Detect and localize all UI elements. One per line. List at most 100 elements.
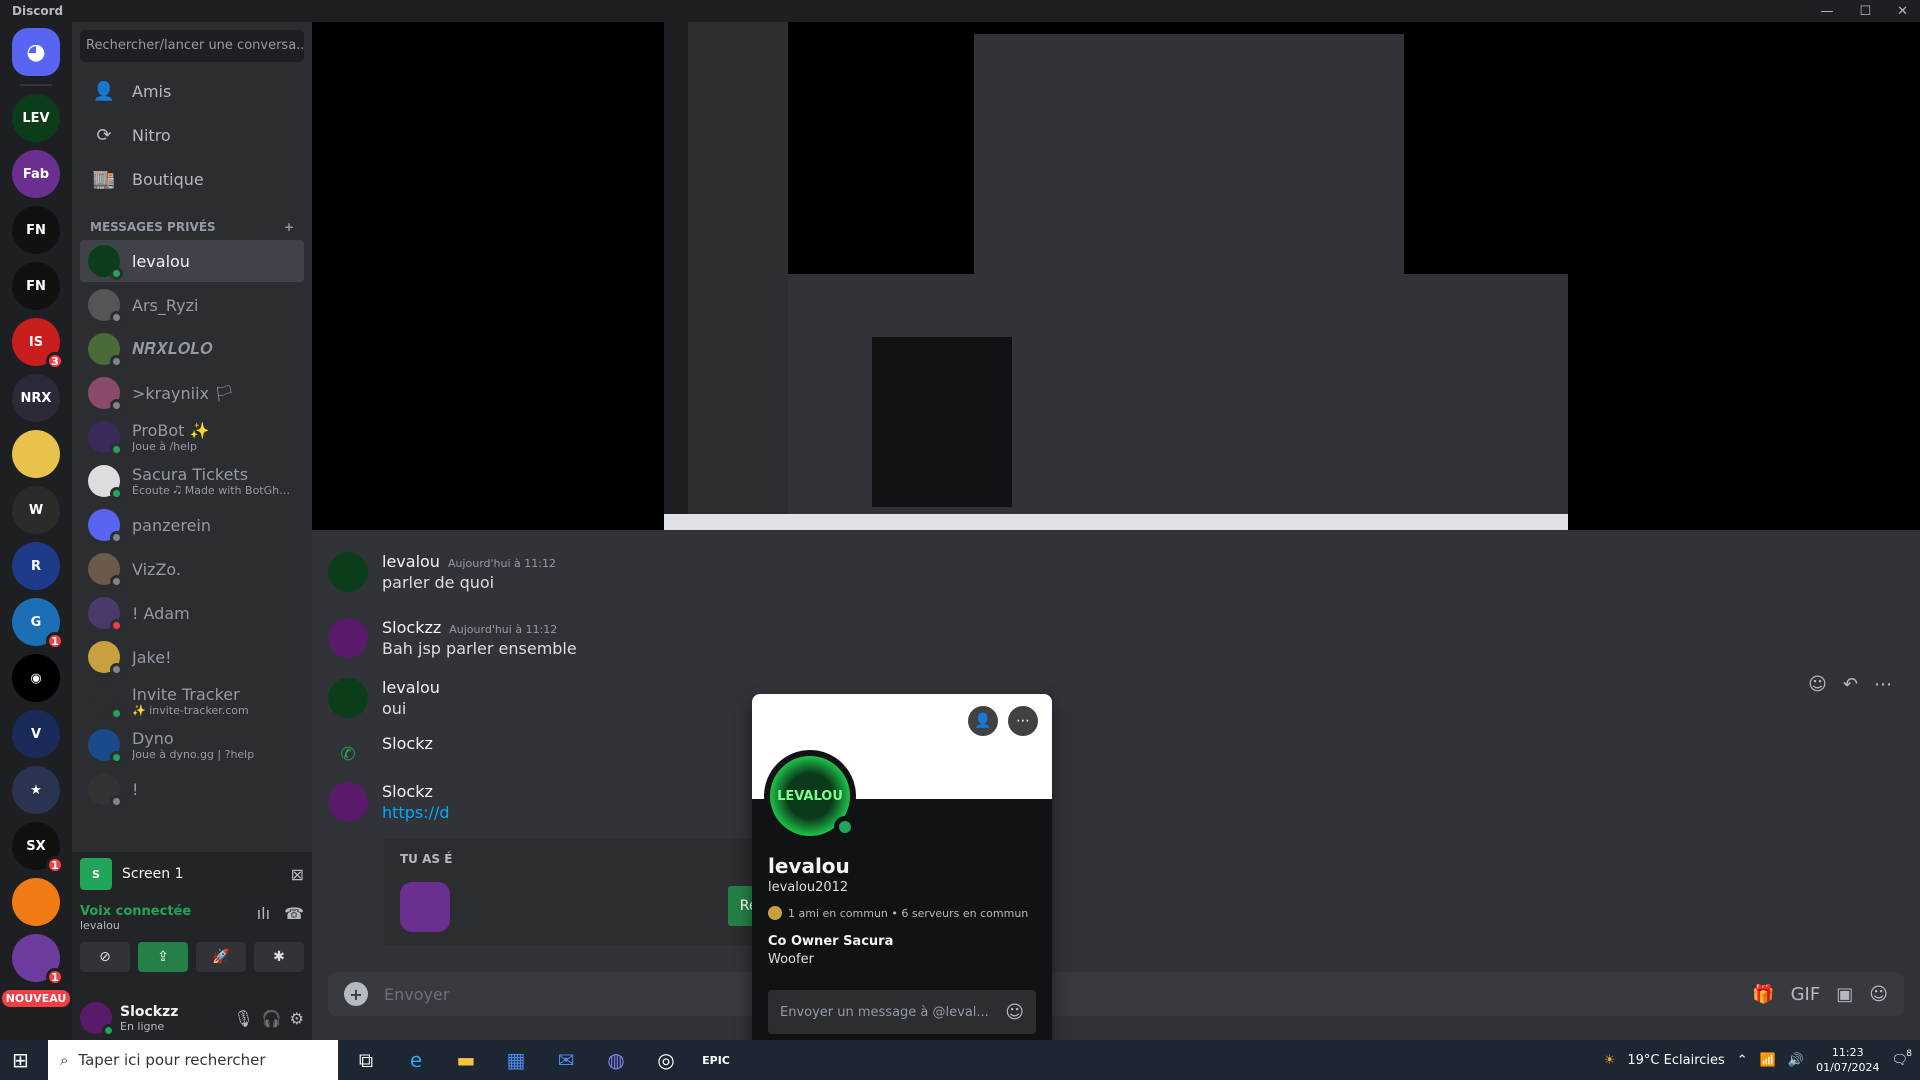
dm-header-label: MESSAGES PRIVÉS (90, 220, 216, 234)
minimize-button[interactable]: — (1820, 4, 1833, 19)
microphone-icon[interactable]: 🎙 (233, 1009, 253, 1028)
dm-item[interactable]: panzerein (80, 504, 304, 546)
server-icon[interactable]: G1 (12, 598, 64, 650)
add-dm-button[interactable]: + (284, 220, 294, 234)
maximize-button[interactable]: ☐ (1859, 4, 1871, 19)
store-icon[interactable]: ▦ (496, 1040, 536, 1080)
volume-icon[interactable]: 🔊 (1788, 1053, 1804, 1068)
settings-gear-icon[interactable]: ⚙ (290, 1009, 304, 1028)
discord-taskbar-icon[interactable]: ◍ (596, 1040, 636, 1080)
message-author[interactable]: Slockzz (382, 618, 441, 637)
clock[interactable]: 11:23 01/07/2024 (1816, 1045, 1879, 1075)
server-icon[interactable]: 1 (12, 934, 64, 986)
server-icon[interactable]: Fab (12, 150, 60, 198)
more-options-icon[interactable]: ⋯ (1008, 706, 1038, 736)
server-icon[interactable]: IS 3 (12, 318, 64, 370)
activity-button[interactable]: 🚀 (196, 942, 246, 972)
dm-item[interactable]: >krayniix 🏳 (80, 372, 304, 414)
steam-icon[interactable]: ◎ (646, 1040, 686, 1080)
dm-item[interactable]: Ars_Ryzi (80, 284, 304, 326)
dm-item[interactable]: ProBot ✨ Joue à /help (80, 416, 304, 458)
server-icon[interactable]: V (12, 710, 60, 758)
message-input[interactable]: Envoyer (384, 985, 1736, 1004)
server-icon[interactable]: NRX (12, 374, 60, 422)
windows-start-icon[interactable]: ⊞ (12, 1048, 29, 1072)
stream-view[interactable] (312, 22, 1920, 530)
server-icon[interactable] (12, 878, 60, 926)
message-avatar[interactable] (328, 618, 368, 658)
dm-item[interactable]: 𝑵𝑹𝑿𝑳𝑶𝑳𝑶 (80, 328, 304, 370)
emoji-icon[interactable]: ☺ (1869, 984, 1888, 1005)
message-avatar[interactable] (328, 678, 368, 718)
chevron-up-icon[interactable]: ⌃ (1737, 1053, 1748, 1068)
mail-icon[interactable]: ✉ (546, 1040, 586, 1080)
edge-icon[interactable]: e (396, 1040, 436, 1080)
message-author[interactable]: levalou (382, 678, 440, 697)
server-icon[interactable]: ★ (12, 766, 60, 814)
nav-item-boutique[interactable]: 🏬 Boutique (80, 158, 304, 200)
notifications-icon[interactable]: 🗨 8 (1891, 1049, 1912, 1068)
message-author[interactable]: Slockz (382, 782, 433, 801)
more-icon[interactable]: ⋯ (1874, 674, 1892, 695)
nav-item-amis[interactable]: 👤 Amis (80, 70, 304, 112)
dm-item[interactable]: Invite Tracker ✨ invite-tracker.com (80, 680, 304, 722)
epic-games-icon[interactable]: EPIC (696, 1040, 736, 1080)
network-icon[interactable]: 📶 (1760, 1053, 1776, 1068)
home-discord-icon[interactable]: ◕ (12, 28, 60, 76)
camera-button[interactable]: ⊘ (80, 942, 130, 972)
server-icon[interactable]: FN (12, 262, 60, 310)
dm-item[interactable]: Sacura Tickets Écoute 🎝 Made with BotGho.… (80, 460, 304, 502)
add-friend-icon[interactable]: 👤 (968, 706, 998, 736)
server-icon[interactable]: R (12, 542, 60, 590)
gif-icon[interactable]: GIF (1791, 984, 1821, 1005)
online-status-icon (834, 816, 856, 838)
reply-icon[interactable]: ↶ (1843, 674, 1858, 695)
message-author[interactable]: Slockz (382, 734, 433, 753)
message: ✆ Slockz (328, 734, 433, 774)
weather-text[interactable]: 19°C Eclaircies (1627, 1053, 1724, 1068)
dm-item[interactable]: VizZo. (80, 548, 304, 590)
dm-activity: Joue à /help (132, 440, 197, 453)
gift-icon[interactable]: 🎁 (1752, 984, 1774, 1005)
soundboard-button[interactable]: ✱ (254, 942, 304, 972)
nav-item-nitro[interactable]: ⟳ Nitro (80, 114, 304, 156)
search-input[interactable]: Rechercher/lancer une conversa... (80, 30, 304, 62)
profile-message-input[interactable]: Envoyer un message à @leval... ☺ (768, 990, 1036, 1034)
noise-suppression-icon[interactable]: ılı (257, 904, 270, 932)
task-view-icon[interactable]: ⧉ (346, 1040, 386, 1080)
sticker-icon[interactable]: ▣ (1836, 984, 1853, 1005)
file-explorer-icon[interactable]: ▬ (446, 1040, 486, 1080)
server-icon[interactable]: LEV (12, 94, 60, 142)
server-icon[interactable]: W (12, 486, 60, 534)
attach-plus-icon[interactable]: + (344, 982, 368, 1006)
server-icon[interactable]: ◉ (12, 654, 60, 702)
dm-item[interactable]: levalou (80, 240, 304, 282)
message-author[interactable]: levalou (382, 552, 440, 571)
dm-item[interactable]: ! Adam (80, 592, 304, 634)
profile-mutuals[interactable]: 1 ami en commun • 6 serveurs en commun (768, 906, 1028, 920)
avatar (88, 685, 123, 720)
headphones-icon[interactable]: 🎧 (262, 1009, 282, 1028)
message-avatar[interactable] (328, 782, 368, 822)
new-badge[interactable]: NOUVEAU (1, 990, 71, 1007)
taskbar-search[interactable]: ⌕ Taper ici pour rechercher (48, 1040, 338, 1080)
close-button[interactable]: ✕ (1897, 4, 1908, 19)
emoji-icon[interactable]: ☺ (1005, 1002, 1024, 1023)
dm-item[interactable]: Jake! (80, 636, 304, 678)
server-icon[interactable]: FN (12, 206, 60, 254)
message-avatar[interactable] (328, 552, 368, 592)
stop-stream-icon[interactable]: ⊠ (291, 865, 304, 884)
dm-item[interactable]: ! (80, 768, 304, 808)
disconnect-icon[interactable]: ☎ (284, 904, 304, 932)
server-icon[interactable]: SX 1 (12, 822, 64, 874)
server-icon[interactable] (12, 430, 60, 478)
windows-taskbar: ⊞ ⌕ Taper ici pour rechercher ⧉ e ▬ ▦ ✉ … (0, 1040, 1920, 1080)
dm-item[interactable]: Dyno Joue à dyno.gg | ?help (80, 724, 304, 766)
message-content[interactable]: https://d (382, 803, 450, 822)
add-reaction-icon[interactable]: ☺ (1808, 674, 1827, 695)
server-label: V (30, 726, 42, 742)
profile-tag: levalou2012 (768, 880, 849, 895)
voice-channel[interactable]: levalou (80, 919, 191, 932)
screen-share-button[interactable]: ⇪ (138, 942, 188, 972)
user-avatar[interactable] (80, 1002, 115, 1037)
